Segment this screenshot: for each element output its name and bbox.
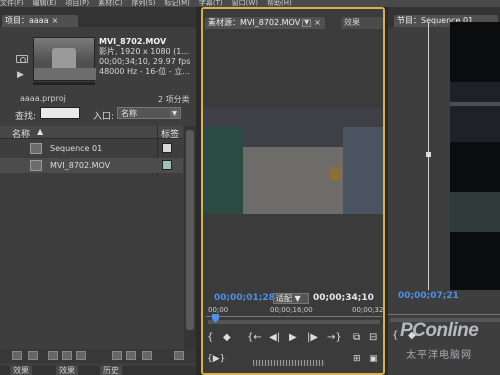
- menu-item[interactable]: 序列(S): [131, 0, 155, 7]
- clip-thumbnail: [33, 37, 96, 81]
- clip-filename: MVI_8702.MOV: [99, 37, 167, 46]
- ruler-tick: 00;00: [208, 306, 229, 314]
- column-label[interactable]: 标签: [161, 127, 179, 140]
- source-monitor: 素材源：MVI_8702.MOV ▼ × 效果 00;00;01;28 适配 ▼ 0…: [201, 7, 385, 375]
- tab-project[interactable]: 项目：aaaa ×: [2, 15, 78, 27]
- column-name[interactable]: 名称: [12, 127, 30, 140]
- icon-view-icon[interactable]: [28, 351, 38, 360]
- menu-item[interactable]: 素材(C): [98, 0, 122, 7]
- go-to-in-icon[interactable]: {←: [247, 331, 262, 345]
- list-item-name: MVI_8702.MOV: [50, 161, 111, 170]
- project-filename: aaaa.prproj: [20, 94, 66, 103]
- clip-info-line2: 00;00;34;10, 29.97 fps: [99, 57, 191, 66]
- safe-margin-handle[interactable]: [426, 152, 431, 157]
- scroll-right-icon[interactable]: [174, 351, 184, 360]
- label-swatch[interactable]: [162, 160, 172, 170]
- go-to-out-icon[interactable]: →}: [327, 331, 342, 345]
- column-header: 名称 ▲ 标签: [0, 126, 183, 140]
- zoom-bar[interactable]: [208, 320, 380, 324]
- lower-tabbar: 效果 效果 历史: [0, 366, 196, 375]
- bin-icon[interactable]: [76, 351, 86, 360]
- search-input[interactable]: [40, 107, 80, 119]
- tab-source[interactable]: 素材源：MVI_8702.MOV ▼ ×: [205, 17, 325, 29]
- project-tabbar: 项目：aaaa ×: [0, 7, 196, 27]
- fit-select-value: 适配: [276, 294, 292, 303]
- find-icon[interactable]: [62, 351, 72, 360]
- tab-effects[interactable]: 效果: [10, 366, 32, 375]
- play-icon[interactable]: ▶: [289, 331, 297, 345]
- ruler-tick: 00;00;32: [352, 306, 384, 314]
- menu-item[interactable]: 文件(F): [0, 0, 24, 7]
- clip-info-line3: 48000 Hz - 16-位 - 立...: [99, 67, 190, 76]
- source-current-timecode[interactable]: 00;00;01;28: [214, 293, 275, 303]
- overlay-icon[interactable]: ⊟: [369, 331, 377, 345]
- sequence-icon: [30, 143, 42, 154]
- source-timecode-row: 00;00;01;28 适配 ▼ 00;00;34;10: [203, 293, 383, 305]
- output-icon[interactable]: ▣: [369, 351, 378, 367]
- close-icon[interactable]: ×: [52, 16, 59, 25]
- sort-ascending-icon[interactable]: ▲: [37, 127, 43, 136]
- camera-icon: [16, 55, 28, 63]
- menu-item[interactable]: 项目(P): [65, 0, 89, 7]
- vertical-scrollbar[interactable]: [184, 126, 196, 351]
- source-duration-timecode: 00;00;34;10: [313, 293, 374, 303]
- source-transport: { ◆ {← ◀| ▶ |▶ →} ⧉ ⊟: [203, 331, 383, 345]
- set-marker-icon[interactable]: ◆: [223, 331, 231, 345]
- in-select-value: 名称: [121, 109, 137, 118]
- mark-in-icon[interactable]: {: [207, 331, 213, 345]
- play-icon[interactable]: ▶: [17, 70, 24, 80]
- new-item-icon[interactable]: [112, 351, 122, 360]
- program-video-frame: [450, 22, 500, 290]
- ruler-tick: 00;00;16;00: [270, 306, 313, 314]
- project-toolbar: [0, 349, 196, 363]
- thumbnail-scrubber[interactable]: [33, 82, 95, 85]
- in-label: 入口:: [93, 112, 115, 122]
- chevron-down-icon[interactable]: ▼: [302, 18, 312, 27]
- list-view-icon[interactable]: [12, 351, 22, 360]
- tab-effect-controls[interactable]: 效果: [341, 17, 383, 29]
- project-panel: 项目：aaaa × ▶ MVI_8702.MOV 影片, 1920 x 1080 …: [0, 7, 196, 375]
- menu-item[interactable]: 窗口(W): [232, 0, 258, 7]
- tab-effects-2[interactable]: 效果: [56, 366, 78, 375]
- list-item-name: Sequence 01: [50, 144, 103, 153]
- tab-history[interactable]: 历史: [100, 366, 122, 375]
- automate-icon[interactable]: [48, 351, 58, 360]
- menu-bar: 文件(F) 编辑(E) 项目(P) 素材(C) 序列(S) 标记(M) 字幕(T) 窗口(W)…: [0, 0, 500, 7]
- delete-icon[interactable]: [142, 351, 152, 360]
- label-swatch[interactable]: [162, 143, 172, 153]
- clear-icon[interactable]: [126, 351, 136, 360]
- clip-info-line1: 影片, 1920 x 1080 (1...: [99, 47, 190, 56]
- jog-shuttle[interactable]: [253, 360, 325, 366]
- close-icon[interactable]: ×: [314, 18, 321, 27]
- item-count: 2 项分类: [158, 95, 190, 104]
- tab-effect-controls-label: 效果: [344, 18, 360, 27]
- fit-select[interactable]: 适配 ▼: [273, 293, 309, 304]
- source-tabbar: 素材源：MVI_8702.MOV ▼ × 效果: [203, 9, 383, 29]
- menu-item[interactable]: 帮助(H): [267, 0, 292, 7]
- menu-item[interactable]: 字幕(T): [199, 0, 223, 7]
- tab-project-label: 项目：aaaa: [5, 16, 49, 25]
- list-item[interactable]: Sequence 01: [0, 141, 183, 156]
- menu-item[interactable]: 标记(M): [164, 0, 190, 7]
- export-frame-icon[interactable]: ⊞: [353, 351, 361, 367]
- chevron-down-icon: ▼: [170, 109, 179, 118]
- clip-info: MVI_8702.MOV 影片, 1920 x 1080 (1... 00;00…: [99, 37, 196, 77]
- tab-source-label: 素材源：MVI_8702.MOV: [208, 18, 301, 27]
- video-clip-icon: [30, 160, 42, 171]
- list-item[interactable]: MVI_8702.MOV: [0, 158, 183, 173]
- step-back-icon[interactable]: ◀|: [269, 331, 280, 345]
- source-time-ruler[interactable]: 00;00 00;00;16;00 00;00;32: [206, 306, 384, 326]
- scrollbar-thumb[interactable]: [186, 130, 194, 330]
- search-label: 查找:: [15, 112, 37, 122]
- insert-icon[interactable]: ⧉: [353, 331, 360, 345]
- program-current-timecode[interactable]: 00;00;07;21: [398, 291, 459, 301]
- pconline-watermark: PConline 太平洋电脑网: [400, 320, 479, 361]
- step-forward-icon[interactable]: |▶: [307, 331, 318, 345]
- play-in-out-icon[interactable]: {▶}: [207, 351, 225, 367]
- in-select[interactable]: 名称 ▼: [117, 107, 181, 119]
- source-video-frame: [203, 107, 383, 214]
- menu-item[interactable]: 编辑(E): [33, 0, 57, 7]
